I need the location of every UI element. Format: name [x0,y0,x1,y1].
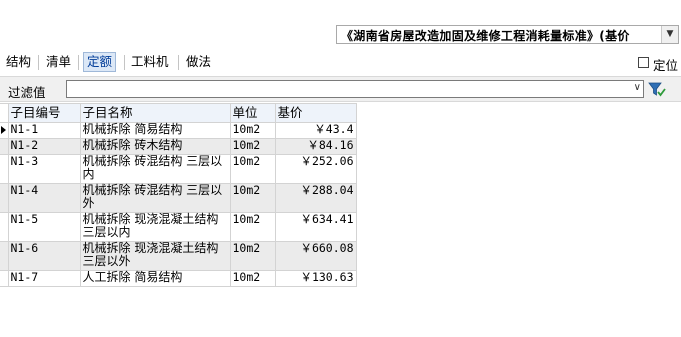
chevron-down-icon[interactable]: ▼ [661,26,678,43]
cell-unit[interactable]: 10m2 [229,241,276,271]
table-row[interactable]: N1-5 机械拆除 现浇混凝土结构 三层以内 10m2 ￥634.41 [0,212,357,242]
cell-code[interactable]: N1-2 [7,138,81,155]
cell-name[interactable]: 机械拆除 简易结构 [79,122,231,139]
top-strip [0,0,681,24]
standard-selector-value: 《湖南省房屋改造加固及维修工程消耗量标准》(基价 [341,29,630,43]
cell-code[interactable]: N1-6 [7,241,81,271]
cell-code[interactable]: N1-1 [7,122,81,139]
filter-input[interactable]: ∨ [66,80,644,98]
cell-name[interactable]: 机械拆除 砖木结构 [79,138,231,155]
cell-price[interactable]: ￥84.16 [274,138,357,155]
row-indicator [0,212,9,242]
cell-price[interactable]: ￥252.06 [274,154,357,184]
cell-name[interactable]: 机械拆除 砖混结构 三层以外 [79,183,231,213]
cell-price[interactable]: ￥288.04 [274,183,357,213]
tab-method[interactable]: 做法 [183,53,214,71]
column-header-unit[interactable]: 单位 [229,103,276,123]
row-indicator [0,154,9,184]
table-row[interactable]: N1-1 机械拆除 简易结构 10m2 ￥43.4 [0,122,357,139]
cell-price[interactable]: ￥634.41 [274,212,357,242]
row-indicator-header [0,103,9,123]
column-header-name[interactable]: 子目名称 [79,103,231,123]
table-row[interactable]: N1-2 机械拆除 砖木结构 10m2 ￥84.16 [0,138,357,155]
tab-quota[interactable]: 定额 [83,52,117,72]
cell-code[interactable]: N1-5 [7,212,81,242]
row-indicator [0,241,9,271]
cell-name[interactable]: 机械拆除 砖混结构 三层以内 [79,154,231,184]
tab-materials[interactable]: 工料机 [128,53,172,71]
quota-table: 子目编号 子目名称 单位 基价 N1-1 机械拆除 简易结构 10m2 ￥43.… [0,103,357,287]
chevron-down-icon[interactable]: ∨ [634,82,641,93]
tab-bill[interactable]: 清单 [43,53,74,71]
table-row[interactable]: N1-4 机械拆除 砖混结构 三层以外 10m2 ￥288.04 [0,183,357,213]
cell-price[interactable]: ￥660.08 [274,241,357,271]
row-indicator [0,122,9,139]
filter-icon[interactable] [648,81,666,98]
cell-name[interactable]: 机械拆除 现浇混凝土结构 三层以外 [79,241,231,271]
cell-unit[interactable]: 10m2 [229,270,276,287]
cell-name[interactable]: 机械拆除 现浇混凝土结构 三层以内 [79,212,231,242]
row-indicator [0,183,9,213]
cell-unit[interactable]: 10m2 [229,183,276,213]
locate-checkbox[interactable] [638,57,649,68]
table-row[interactable]: N1-3 机械拆除 砖混结构 三层以内 10m2 ￥252.06 [0,154,357,184]
cell-unit[interactable]: 10m2 [229,212,276,242]
cell-unit[interactable]: 10m2 [229,138,276,155]
cell-unit[interactable]: 10m2 [229,154,276,184]
tab-divider [124,55,125,70]
cell-price[interactable]: ￥43.4 [274,122,357,139]
cell-code[interactable]: N1-3 [7,154,81,184]
cell-code[interactable]: N1-7 [7,270,81,287]
locate-label: 定位 [653,58,679,73]
tab-toolbar: 结构 清单 定额 工料机 做法 [0,50,681,74]
cell-unit[interactable]: 10m2 [229,122,276,139]
column-header-code[interactable]: 子目编号 [7,103,81,123]
row-indicator [0,270,9,287]
filter-bar: 过滤值 ∨ [0,76,681,102]
tab-divider [178,55,179,70]
filter-label: 过滤值 [8,85,46,100]
tab-divider [78,55,79,70]
current-row-arrow-icon [1,126,6,134]
table-row[interactable]: N1-7 人工拆除 简易结构 10m2 ￥130.63 [0,270,357,287]
tab-divider [38,55,39,70]
table-row[interactable]: N1-6 机械拆除 现浇混凝土结构 三层以外 10m2 ￥660.08 [0,241,357,271]
column-header-price[interactable]: 基价 [274,103,357,123]
cell-code[interactable]: N1-4 [7,183,81,213]
table-header-row: 子目编号 子目名称 单位 基价 [0,103,357,123]
cell-name[interactable]: 人工拆除 简易结构 [79,270,231,287]
standard-selector[interactable]: 《湖南省房屋改造加固及维修工程消耗量标准》(基价 ▼ [336,25,679,44]
tab-structure[interactable]: 结构 [3,53,34,71]
row-indicator [0,138,9,155]
cell-price[interactable]: ￥130.63 [274,270,357,287]
